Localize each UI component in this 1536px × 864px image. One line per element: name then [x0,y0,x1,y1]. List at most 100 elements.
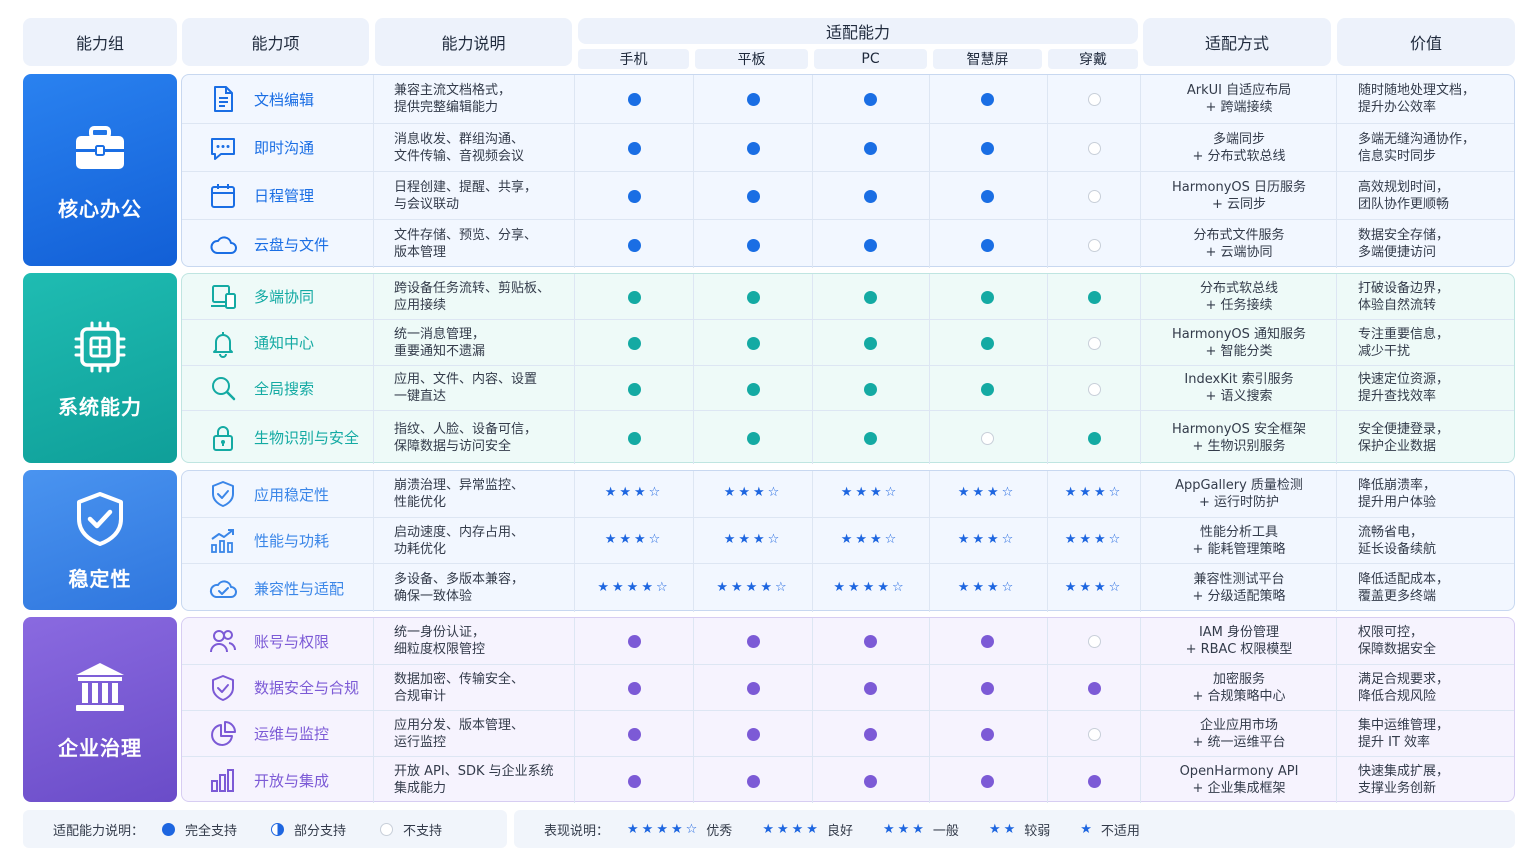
shield-icon [212,674,234,701]
shield-icon [212,481,234,507]
item-value: 权限可控， 保障数据安全 [1358,625,1437,657]
column-divider [929,665,930,710]
column-divider [812,411,813,464]
column-divider [1336,172,1337,219]
column-divider [929,172,930,219]
column-divider [1140,124,1141,171]
full-support-dot-icon [864,190,877,203]
group-enterprise: 企业治理 [23,617,177,802]
legend-full: 完全支持 [162,820,237,839]
full-support-dot-icon [864,93,877,106]
item-name: 多端协同 [254,288,315,306]
full-support-dot-icon [628,190,641,203]
column-divider [574,274,575,319]
column-divider [1047,757,1048,803]
no-support-dot-icon [1088,93,1101,106]
no-support-dot-icon [1088,337,1101,350]
no-support-dot-icon [1088,190,1101,203]
star-rating: ★★★☆ [723,485,783,500]
table-row[interactable]: 即时沟通 消息收发、群组沟通、 文件传输、音视频会议 多端同步 + 分布式软总线 多端… [182,123,1514,171]
item-value: 降低适配成本， 覆盖更多终端 [1358,572,1450,604]
table-row[interactable]: 性能与功耗 启动速度、内存占用、 功耗优化 ★★★☆ ★★★☆ ★★★☆ ★★★☆ ★★★☆… [182,517,1514,563]
full-support-dot-icon [1088,432,1101,445]
group-stability: 稳定性 [23,470,177,610]
full-support-dot-icon [747,682,760,695]
full-support-dot-icon [628,774,641,788]
table-row[interactable]: 生物识别与安全 指纹、人脸、设备可信， 保障数据与访问安全 HarmonyOS 安全… [182,410,1514,464]
legend-excellent: ★★★★☆ 优秀 [627,820,732,839]
column-divider [373,411,374,464]
table-row[interactable]: 数据安全与合规 数据加密、传输安全、 合规审计 加密服务 + 合规策略中心 满足合规要… [182,664,1514,710]
table-row[interactable]: 日程管理 日程创建、提醒、共享， 与会议联动 HarmonyOS 日历服务 + 云同… [182,171,1514,219]
full-support-dot-icon [981,93,994,106]
no-support-dot-icon [1088,238,1101,252]
item-name: 兼容性与适配 [254,579,345,598]
table-row[interactable]: 账号与权限 统一身份认证， 细粒度权限管控 IAM 身份管理 + RBAC 权限模型… [182,618,1514,664]
legend-good-label: 良好 [826,823,853,839]
support-legend: 适配能力说明： 完全支持 部分支持 不支持 [23,810,507,848]
item-description: 应用、文件、内容、设置 一键直达 [394,372,538,404]
table-row[interactable]: 应用稳定性 崩溃治理、异常监控、 性能优化 ★★★☆ ★★★☆ ★★★☆ ★★★☆ ★★★☆… [182,471,1514,517]
item-name: 日程管理 [254,187,315,205]
table-row[interactable]: 运维与监控 应用分发、版本管理、 运行监控 企业应用市场 + 统一运维平台 集中运维管… [182,710,1514,756]
briefcase-icon [76,125,124,169]
column-divider [574,471,575,517]
item-name: 运维与监控 [254,725,330,743]
column-divider [373,172,374,219]
adapt-method: AppGallery 质量检测 + 运行时防护 [1175,478,1303,510]
column-divider [1047,274,1048,319]
column-divider [1047,75,1048,123]
full-support-dot-icon [1088,682,1101,695]
full-support-dot-icon [747,728,760,741]
header-device-phone: 手机 [578,49,689,69]
support-legend-label: 适配能力说明： [53,823,145,839]
adapt-method: IAM 身份管理 + RBAC 权限模型 [1185,625,1293,657]
full-support-dot-icon [747,774,760,788]
table-row[interactable]: 全局搜索 应用、文件、内容、设置 一键直达 IndexKit 索引服务 + 语义搜索… [182,365,1514,410]
column-divider [693,220,694,268]
bell-icon [213,331,233,358]
adapt-method: 多端同步 + 分布式软总线 [1192,131,1286,164]
full-support-dot-icon [1088,290,1101,304]
column-divider [373,471,374,517]
column-divider [1140,665,1141,710]
column-divider [929,411,930,464]
column-divider [1140,75,1141,123]
item-value: 快速集成扩展， 支撑业务创新 [1358,764,1450,796]
full-support-dot-icon [864,635,877,648]
full-support-dot-icon [981,142,994,155]
column-divider [693,757,694,803]
full-support-dot-icon [628,238,641,252]
column-divider [373,665,374,710]
column-divider [929,518,930,563]
full-support-dot-icon [981,238,994,252]
column-divider [812,172,813,219]
no-support-dot-icon [380,822,394,836]
table-row[interactable]: 文档编辑 兼容主流文档格式， 提供完整编辑能力 ArkUI 自适应布局 + 跨端接续… [182,75,1514,123]
legend-partial: 部分支持 [271,820,346,839]
full-support-dot-icon [628,635,641,648]
table-row[interactable]: 通知中心 统一消息管理， 重要通知不遗漏 HarmonyOS 通知服务 + 智能分类… [182,319,1514,365]
column-divider [693,411,694,464]
column-divider [1336,366,1337,410]
column-divider [693,366,694,410]
column-divider [373,711,374,756]
performance-legend: 表现说明： ★★★★☆ 优秀 ★★★★ 良好 ★★★ 一般 ★★ 较弱 ★ 不适用 [514,810,1515,848]
item-value: 数据安全存储， 多端便捷访问 [1358,228,1450,260]
column-divider [373,320,374,365]
header-device-screen: 智慧屏 [933,49,1042,69]
item-description: 数据加密、传输安全、 合规审计 [394,671,525,704]
item-name: 数据安全与合规 [254,679,360,697]
table-row[interactable]: 开放与集成 开放 API、SDK 与企业系统 集成能力 OpenHarmony AP… [182,756,1514,803]
bar-chart-icon [211,769,234,792]
star-rating-icon: ★ [1080,821,1095,837]
full-support-dot-icon [981,682,994,695]
column-divider [574,618,575,664]
adapt-method: HarmonyOS 通知服务 + 智能分类 [1171,326,1307,359]
table-row[interactable]: 多端协同 跨设备任务流转、剪贴板、 应用接续 分布式软总线 + 任务接续 打破设备边界… [182,274,1514,319]
table-row[interactable]: 兼容性与适配 多设备、多版本兼容， 确保一致体验 ★★★★☆ ★★★★☆ ★★★★☆ ★★… [182,563,1514,612]
adapt-method: HarmonyOS 安全框架 + 生物识别服务 [1171,421,1307,454]
legend-na-label: 不适用 [1100,823,1140,839]
full-support-dot-icon [628,290,641,304]
table-row[interactable]: 云盘与文件 文件存储、预览、分享、 版本管理 分布式文件服务 + 云端协同 数据安全存… [182,219,1514,268]
